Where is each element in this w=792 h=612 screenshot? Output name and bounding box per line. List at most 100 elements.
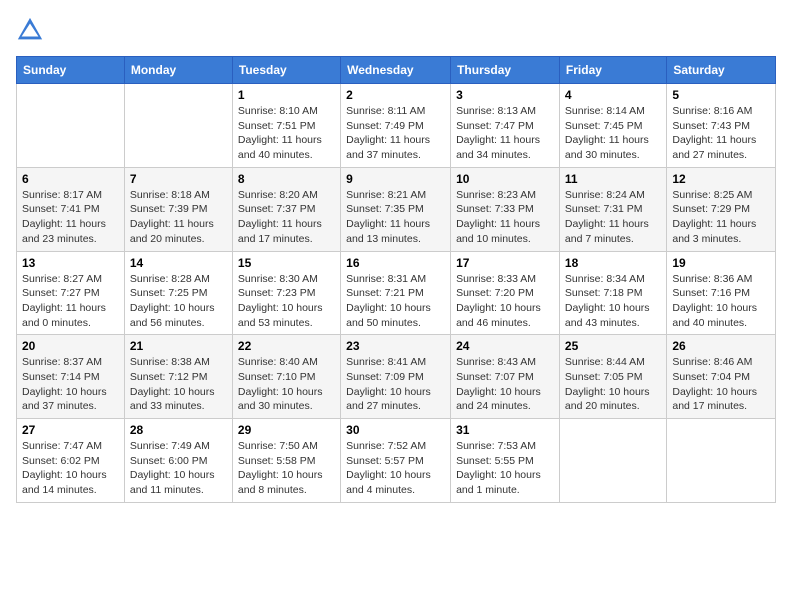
calendar-cell: 25 Sunrise: 8:44 AMSunset: 7:05 PMDayligh… [559,335,666,419]
calendar-cell: 24Sunrise: 8:43 AMSunset: 7:07 PMDayligh… [451,335,560,419]
calendar-cell: 12 Sunrise: 8:25 AMSunset: 7:29 PMDayligh… [667,167,776,251]
day-info: Sunrise: 8:11 AMSunset: 7:49 PMDaylight:… [346,104,445,163]
calendar-cell: 11 Sunrise: 8:24 AMSunset: 7:31 PMDayligh… [559,167,666,251]
calendar-cell: 18 Sunrise: 8:34 AMSunset: 7:18 PMDayligh… [559,251,666,335]
calendar-cell: 10 Sunrise: 8:23 AMSunset: 7:33 PMDayligh… [451,167,560,251]
day-number: 2 [346,88,445,102]
calendar-cell: 1 Sunrise: 8:10 AMSunset: 7:51 PMDaylight… [232,84,340,168]
day-number: 22 [238,339,335,353]
day-info: Sunrise: 8:21 AMSunset: 7:35 PMDaylight:… [346,188,445,247]
calendar-cell: 14 Sunrise: 8:28 AMSunset: 7:25 PMDayligh… [124,251,232,335]
calendar-week-row: 1 Sunrise: 8:10 AMSunset: 7:51 PMDaylight… [17,84,776,168]
day-number: 9 [346,172,445,186]
day-info: Sunrise: 8:41 AMSunset: 7:09 PMDaylight:… [346,355,445,414]
day-info: Sunrise: 8:10 AMSunset: 7:51 PMDaylight:… [238,104,335,163]
day-of-week-header: Wednesday [341,57,451,84]
calendar-cell: 5Sunrise: 8:16 AMSunset: 7:43 PMDaylight… [667,84,776,168]
calendar-table: SundayMondayTuesdayWednesdayThursdayFrid… [16,56,776,503]
calendar-cell: 20Sunrise: 8:37 AMSunset: 7:14 PMDayligh… [17,335,125,419]
day-info: Sunrise: 8:25 AMSunset: 7:29 PMDaylight:… [672,188,770,247]
calendar-cell [124,84,232,168]
day-info: Sunrise: 8:44 AMSunset: 7:05 PMDaylight:… [565,355,661,414]
day-info: Sunrise: 8:23 AMSunset: 7:33 PMDaylight:… [456,188,554,247]
calendar-cell: 15 Sunrise: 8:30 AMSunset: 7:23 PMDayligh… [232,251,340,335]
page-header [16,16,776,44]
calendar-cell: 27 Sunrise: 7:47 AMSunset: 6:02 PMDayligh… [17,419,125,503]
day-number: 29 [238,423,335,437]
calendar-cell: 16 Sunrise: 8:31 AMSunset: 7:21 PMDayligh… [341,251,451,335]
day-info: Sunrise: 8:30 AMSunset: 7:23 PMDaylight:… [238,272,335,331]
day-info: Sunrise: 8:33 AMSunset: 7:20 PMDaylight:… [456,272,554,331]
day-number: 23 [346,339,445,353]
day-info: Sunrise: 7:53 AMSunset: 5:55 PMDaylight:… [456,439,554,498]
day-number: 13 [22,256,119,270]
calendar-cell: 21 Sunrise: 8:38 AMSunset: 7:12 PMDayligh… [124,335,232,419]
day-number: 10 [456,172,554,186]
day-number: 15 [238,256,335,270]
day-number: 24 [456,339,554,353]
day-number: 11 [565,172,661,186]
day-number: 31 [456,423,554,437]
day-info: Sunrise: 8:40 AMSunset: 7:10 PMDaylight:… [238,355,335,414]
day-number: 14 [130,256,227,270]
day-info: Sunrise: 7:50 AMSunset: 5:58 PMDaylight:… [238,439,335,498]
calendar-cell: 8 Sunrise: 8:20 AMSunset: 7:37 PMDaylight… [232,167,340,251]
calendar-cell: 3Sunrise: 8:13 AMSunset: 7:47 PMDaylight… [451,84,560,168]
day-info: Sunrise: 8:18 AMSunset: 7:39 PMDaylight:… [130,188,227,247]
day-info: Sunrise: 8:24 AMSunset: 7:31 PMDaylight:… [565,188,661,247]
logo-icon [16,16,44,44]
calendar-cell: 17 Sunrise: 8:33 AMSunset: 7:20 PMDayligh… [451,251,560,335]
calendar-cell: 7Sunrise: 8:18 AMSunset: 7:39 PMDaylight… [124,167,232,251]
day-info: Sunrise: 8:46 AMSunset: 7:04 PMDaylight:… [672,355,770,414]
calendar-cell: 28 Sunrise: 7:49 AMSunset: 6:00 PMDayligh… [124,419,232,503]
day-number: 1 [238,88,335,102]
calendar-cell: 6Sunrise: 8:17 AMSunset: 7:41 PMDaylight… [17,167,125,251]
day-number: 21 [130,339,227,353]
calendar-cell: 26 Sunrise: 8:46 AMSunset: 7:04 PMDayligh… [667,335,776,419]
day-info: Sunrise: 8:31 AMSunset: 7:21 PMDaylight:… [346,272,445,331]
calendar-header-row: SundayMondayTuesdayWednesdayThursdayFrid… [17,57,776,84]
day-number: 8 [238,172,335,186]
day-info: Sunrise: 8:28 AMSunset: 7:25 PMDaylight:… [130,272,227,331]
calendar-cell [559,419,666,503]
logo [16,16,48,44]
calendar-cell: 4 Sunrise: 8:14 AMSunset: 7:45 PMDaylight… [559,84,666,168]
calendar-week-row: 6Sunrise: 8:17 AMSunset: 7:41 PMDaylight… [17,167,776,251]
day-of-week-header: Thursday [451,57,560,84]
day-of-week-header: Monday [124,57,232,84]
day-info: Sunrise: 7:49 AMSunset: 6:00 PMDaylight:… [130,439,227,498]
day-number: 12 [672,172,770,186]
day-number: 4 [565,88,661,102]
day-number: 26 [672,339,770,353]
day-info: Sunrise: 8:34 AMSunset: 7:18 PMDaylight:… [565,272,661,331]
day-number: 5 [672,88,770,102]
day-info: Sunrise: 8:38 AMSunset: 7:12 PMDaylight:… [130,355,227,414]
day-info: Sunrise: 7:47 AMSunset: 6:02 PMDaylight:… [22,439,119,498]
day-number: 27 [22,423,119,437]
day-number: 16 [346,256,445,270]
day-of-week-header: Saturday [667,57,776,84]
calendar-cell: 13 Sunrise: 8:27 AMSunset: 7:27 PMDayligh… [17,251,125,335]
day-of-week-header: Sunday [17,57,125,84]
day-info: Sunrise: 8:36 AMSunset: 7:16 PMDaylight:… [672,272,770,331]
calendar-cell [17,84,125,168]
calendar-cell: 23 Sunrise: 8:41 AMSunset: 7:09 PMDayligh… [341,335,451,419]
calendar-week-row: 27 Sunrise: 7:47 AMSunset: 6:02 PMDayligh… [17,419,776,503]
calendar-cell: 30 Sunrise: 7:52 AMSunset: 5:57 PMDayligh… [341,419,451,503]
calendar-cell: 29 Sunrise: 7:50 AMSunset: 5:58 PMDayligh… [232,419,340,503]
day-number: 18 [565,256,661,270]
day-info: Sunrise: 8:13 AMSunset: 7:47 PMDaylight:… [456,104,554,163]
day-number: 28 [130,423,227,437]
day-of-week-header: Tuesday [232,57,340,84]
calendar-week-row: 13 Sunrise: 8:27 AMSunset: 7:27 PMDayligh… [17,251,776,335]
day-number: 30 [346,423,445,437]
calendar-week-row: 20Sunrise: 8:37 AMSunset: 7:14 PMDayligh… [17,335,776,419]
day-info: Sunrise: 8:27 AMSunset: 7:27 PMDaylight:… [22,272,119,331]
day-info: Sunrise: 8:20 AMSunset: 7:37 PMDaylight:… [238,188,335,247]
day-number: 17 [456,256,554,270]
day-info: Sunrise: 8:14 AMSunset: 7:45 PMDaylight:… [565,104,661,163]
day-info: Sunrise: 7:52 AMSunset: 5:57 PMDaylight:… [346,439,445,498]
calendar-cell: 9 Sunrise: 8:21 AMSunset: 7:35 PMDaylight… [341,167,451,251]
day-number: 25 [565,339,661,353]
calendar-cell: 19Sunrise: 8:36 AMSunset: 7:16 PMDayligh… [667,251,776,335]
